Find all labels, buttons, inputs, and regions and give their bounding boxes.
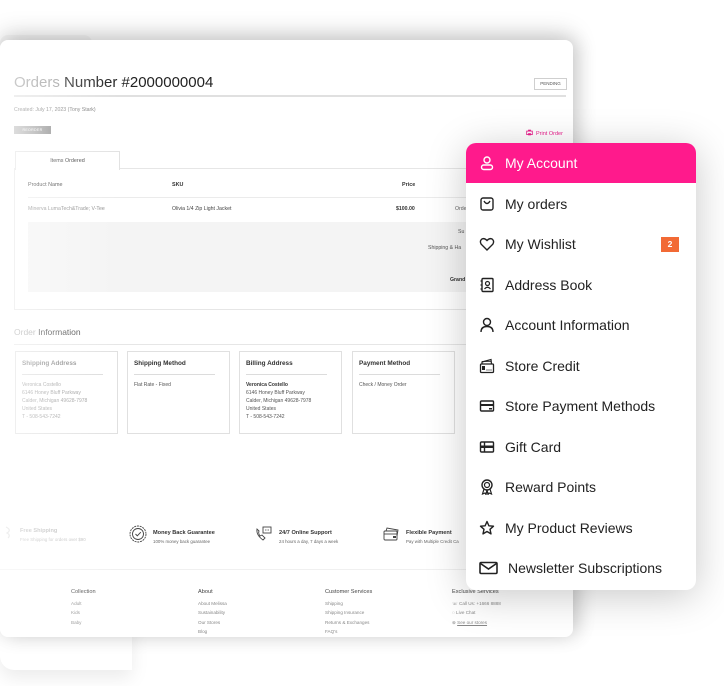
star-icon	[479, 520, 495, 536]
footer-link-stores[interactable]: ⊗ See our stores	[452, 618, 501, 627]
phone-chat-icon	[255, 525, 273, 548]
payment-method-box: Payment Method Check / Money Order	[352, 351, 455, 434]
footer-link[interactable]: Sustainability	[198, 608, 227, 617]
product-qty: Orde	[455, 206, 467, 212]
user-icon	[479, 155, 495, 171]
menu-item-gift-card[interactable]: Gift Card	[466, 427, 696, 467]
menu-item-store-credit[interactable]: Store Credit	[466, 346, 696, 386]
wallet-icon	[479, 358, 495, 374]
shipping-address-box: Shipping Address Veronica Costello 6146 …	[15, 351, 118, 434]
menu-item-store-payment-methods[interactable]: Store Payment Methods	[466, 386, 696, 426]
box-divider	[359, 374, 440, 375]
footer-col-exclusive-services: Exclusive Services ☏ Call Us: +1666 8888…	[452, 589, 501, 627]
box-title: Payment Method	[359, 360, 411, 367]
feature-online-support: 24/7 Online Support 24 hours a day, 7 day…	[255, 525, 338, 548]
award-icon	[479, 479, 495, 495]
envelope-icon	[479, 560, 498, 576]
footer-link[interactable]: About Melissa	[198, 599, 227, 608]
shipping-label: Shipping & Ha	[428, 245, 462, 251]
phone-icon: ☏	[452, 601, 458, 606]
menu-item-my-account[interactable]: My Account	[466, 143, 696, 183]
badge-check-icon	[129, 525, 147, 548]
col-header-sku: SKU	[172, 182, 184, 188]
heart-icon	[479, 236, 495, 252]
wishlist-count-badge: 2	[661, 236, 679, 252]
person-icon	[479, 317, 495, 333]
menu-item-reward-points[interactable]: Reward Points	[466, 467, 696, 507]
menu-item-my-orders[interactable]: My orders	[466, 184, 696, 224]
menu-item-address-book[interactable]: Address Book	[466, 265, 696, 305]
box-divider	[134, 374, 215, 375]
print-order-link[interactable]: Print Order	[526, 129, 563, 138]
box-content: Veronica Costello 6146 Honey Bluff Parkw…	[22, 382, 88, 420]
menu-item-my-wishlist[interactable]: My Wishlist 2	[466, 224, 696, 264]
page-title: Orders Number #2000000004	[14, 74, 214, 91]
menu-item-newsletter-subscriptions[interactable]: Newsletter Subscriptions	[466, 548, 696, 588]
title-divider	[14, 95, 566, 97]
box-divider	[246, 374, 327, 375]
subtotal-label: Su	[458, 229, 465, 235]
footer-link[interactable]: Blog	[198, 627, 227, 636]
card-icon	[479, 398, 495, 414]
feature-money-back: Money Back Guarantee 100% money back guar…	[129, 525, 215, 548]
printer-icon	[526, 129, 533, 138]
footer-link[interactable]: Adult	[71, 599, 96, 608]
box-title: Billing Address	[246, 360, 293, 367]
box-content: Veronica Costello 6146 Honey Bluff Parkw…	[246, 382, 312, 420]
truck-icon	[4, 525, 14, 544]
footer-link[interactable]: FAQ's	[325, 627, 372, 636]
reorder-button[interactable]: REORDER	[14, 126, 51, 134]
address-book-icon	[479, 277, 495, 293]
footer-link[interactable]: Returns & Exchanges	[325, 618, 372, 627]
grand-total-label: Grand	[450, 277, 466, 283]
footer-link-chat[interactable]: ◌ Live Chat	[452, 608, 501, 617]
shipping-method-box: Shipping Method Flat Rate - Fixed	[127, 351, 230, 434]
account-dropdown-menu: My Account My orders My Wishlist 2 Addre…	[466, 143, 696, 590]
footer-col-collection: Collection Adult Kids Baby	[71, 589, 96, 627]
product-sku: Olivia 1/4 Zip Light Jacket	[172, 206, 232, 212]
col-header-product: Product Name	[28, 182, 63, 188]
box-title: Shipping Address	[22, 360, 77, 367]
box-content: Flat Rate - Fixed	[134, 382, 171, 388]
footer-link[interactable]: Shipping	[325, 599, 372, 608]
product-name[interactable]: Minerva LumaTech&Trade; V-Tee	[28, 206, 105, 212]
menu-item-my-product-reviews[interactable]: My Product Reviews	[466, 508, 696, 548]
feature-flexible-payment: Flexible Payment Pay with Multiple Credit…	[382, 525, 459, 548]
footer-link[interactable]: Baby	[71, 618, 96, 627]
col-header-price: Price	[402, 182, 416, 188]
footer-link[interactable]: Kids	[71, 608, 96, 617]
box-content: Check / Money Order	[359, 382, 407, 388]
menu-item-account-information[interactable]: Account Information	[466, 305, 696, 345]
footer-link[interactable]: Shipping Insurance	[325, 608, 372, 617]
bag-icon	[479, 196, 495, 212]
footer-link-call[interactable]: ☏ Call Us: +1666 8888	[452, 599, 501, 608]
created-info: Created: July 17, 2023 (Tony Stark)	[14, 107, 96, 113]
footer-col-about: About About Melissa Sustainability Our S…	[198, 589, 227, 636]
status-badge: PENDING	[534, 78, 567, 90]
billing-address-box: Billing Address Veronica Costello 6146 H…	[239, 351, 342, 434]
footer-col-customer-services: Customer Services Shipping Shipping Insu…	[325, 589, 372, 636]
location-icon: ⊗	[452, 619, 456, 625]
box-title: Shipping Method	[134, 360, 186, 367]
gift-card-icon	[479, 439, 495, 455]
box-divider	[22, 374, 103, 375]
order-info-title: Order Information	[14, 327, 81, 337]
credit-card-icon	[382, 525, 400, 548]
chat-icon: ◌	[452, 610, 455, 616]
footer-link[interactable]: Our Stores	[198, 618, 227, 627]
tab-items-ordered[interactable]: Items Ordered	[15, 151, 120, 170]
feature-free-shipping: Free Shipping Free Shipping for orders ov…	[4, 525, 86, 544]
product-price: $100.00	[396, 206, 415, 212]
